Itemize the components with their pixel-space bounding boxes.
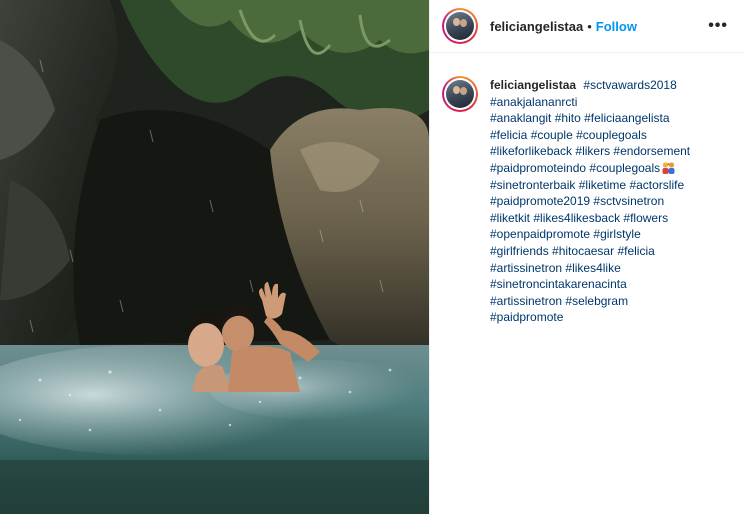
avatar[interactable] xyxy=(442,8,478,44)
instagram-post: feliciangelistaa • Follow ••• feliciange… xyxy=(0,0,744,514)
hashtag-link[interactable]: #sinetroncintakarenacinta xyxy=(490,277,627,291)
hashtag-link[interactable]: #likeforlikeback xyxy=(490,144,572,158)
hashtag-link[interactable]: #flowers xyxy=(623,211,668,225)
hashtag-link[interactable]: #endorsement xyxy=(613,144,690,158)
hashtag-link[interactable]: #hito xyxy=(555,111,581,125)
hashtag-link[interactable]: #hitocaesar xyxy=(552,244,614,258)
hashtag-link[interactable]: #felicia xyxy=(490,128,527,142)
caption-comment: feliciangelistaa #sctvawards2018 #anakja… xyxy=(430,53,744,326)
hashtag-link[interactable]: #liketime xyxy=(579,178,626,192)
hashtag-link[interactable]: #selebgram xyxy=(565,294,628,308)
hashtag-link[interactable]: #liketkit xyxy=(490,211,530,225)
hashtag-link[interactable]: #likes4likesback xyxy=(533,211,620,225)
hashtag-link[interactable]: #couplegoals xyxy=(576,128,647,142)
hashtag-link[interactable]: #sctvawards2018 xyxy=(583,78,676,92)
more-options-icon[interactable]: ••• xyxy=(708,18,728,34)
avatar-image xyxy=(446,12,474,40)
hashtag-link[interactable]: #sctvsinetron xyxy=(593,194,664,208)
post-header: feliciangelistaa • Follow ••• xyxy=(430,0,744,53)
hashtag-link[interactable]: #anaklangit xyxy=(490,111,551,125)
post-side-panel: feliciangelistaa • Follow ••• feliciange… xyxy=(429,0,744,514)
follow-button[interactable]: Follow xyxy=(596,19,637,34)
avatar-frame xyxy=(444,10,476,42)
header-separator: • xyxy=(587,18,592,34)
hashtag-link[interactable]: #artissinetron xyxy=(490,261,562,275)
couple-emoji-icon xyxy=(662,162,675,174)
caption-avatar-image xyxy=(446,80,474,108)
hashtag-link[interactable]: #paidpromote xyxy=(490,310,563,324)
hashtag-link[interactable]: #likers xyxy=(575,144,610,158)
hashtag-link[interactable]: #likes4like xyxy=(565,261,620,275)
hashtag-link[interactable]: #actorslife xyxy=(629,178,684,192)
hashtag-link[interactable]: #felicia xyxy=(617,244,654,258)
hashtag-link[interactable]: #couplegoals xyxy=(589,161,660,175)
caption-avatar[interactable] xyxy=(442,76,478,112)
hashtag-link[interactable]: #artissinetron xyxy=(490,294,562,308)
hashtag-link[interactable]: #girlfriends xyxy=(490,244,549,258)
caption-text: feliciangelistaa #sctvawards2018 #anakja… xyxy=(490,77,728,326)
hashtag-link[interactable]: #paidpromote2019 xyxy=(490,194,590,208)
hashtag-link[interactable]: #feliciaangelista xyxy=(584,111,669,125)
post-photo[interactable] xyxy=(0,0,429,514)
caption-avatar-frame xyxy=(444,78,476,110)
hashtag-link[interactable]: #anakjalananrcti xyxy=(490,95,577,109)
photo-couple-waterfall xyxy=(0,0,429,514)
hashtag-link[interactable]: #girlstyle xyxy=(593,227,640,241)
caption-username[interactable]: feliciangelistaa xyxy=(490,78,576,92)
hashtag-link[interactable]: #sinetronterbaik xyxy=(490,178,575,192)
header-username[interactable]: feliciangelistaa xyxy=(490,19,583,34)
hashtag-link[interactable]: #paidpromoteindo xyxy=(490,161,586,175)
hashtag-link[interactable]: #openpaidpromote xyxy=(490,227,590,241)
hashtag-link[interactable]: #couple xyxy=(531,128,573,142)
